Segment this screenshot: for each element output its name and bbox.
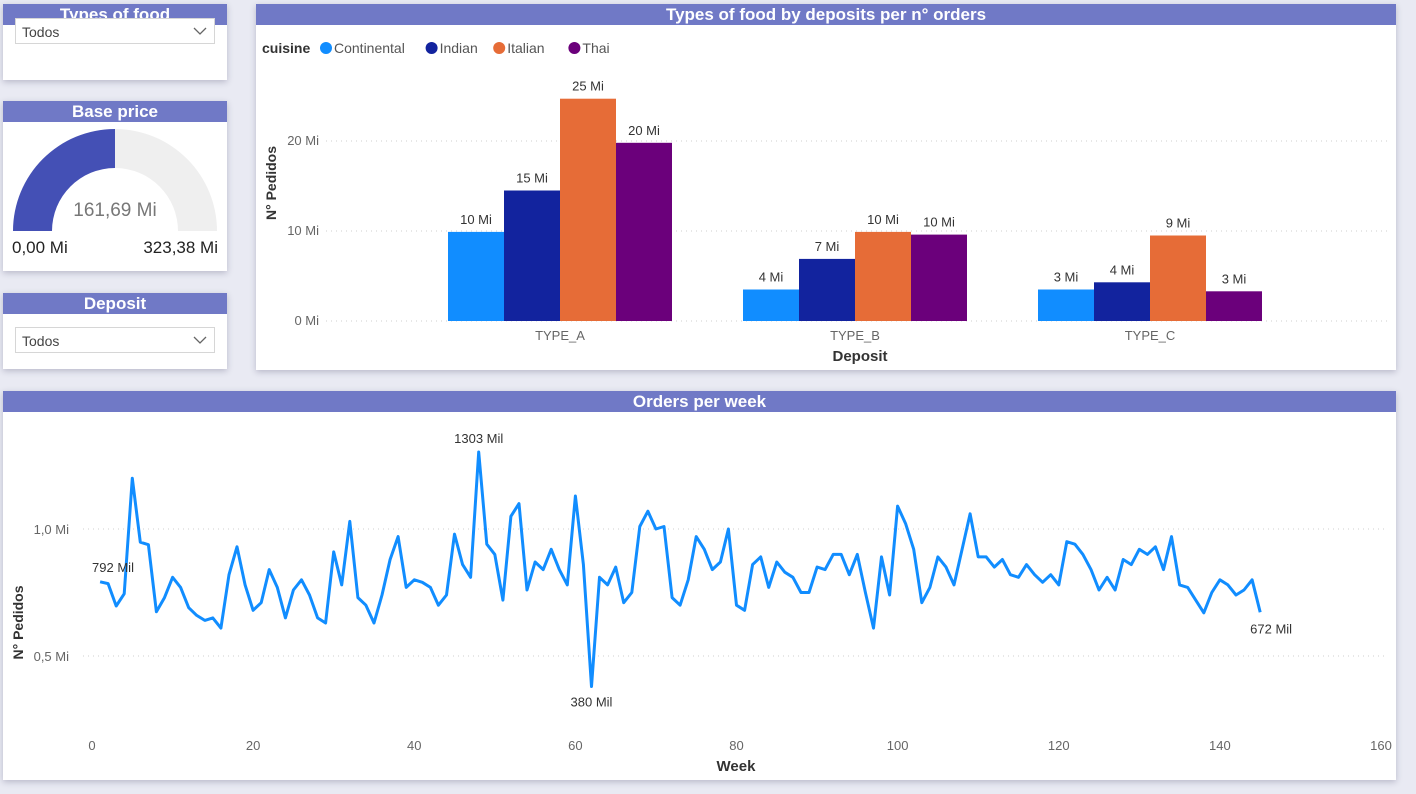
chevron-down-icon xyxy=(192,19,208,51)
x-tick-label: 20 xyxy=(246,738,260,753)
bar-chart-title: Types of food by deposits per n° orders xyxy=(256,4,1396,25)
deposit-dropdown[interactable]: Todos xyxy=(15,327,215,353)
food-type-dropdown-value: Todos xyxy=(22,24,60,40)
x-tick-label: 100 xyxy=(887,738,909,753)
line-data-label: 792 Mil xyxy=(92,560,134,575)
bar-data-label: 3 Mi xyxy=(1222,271,1247,286)
line-chart-title: Orders per week xyxy=(3,391,1396,412)
y-tick-label: 0 Mi xyxy=(294,313,319,328)
bar-data-label: 15 Mi xyxy=(516,171,548,186)
bar-chart-card: Types of food by deposits per n° orders … xyxy=(256,4,1396,370)
legend-marker-indian xyxy=(425,42,438,54)
legend-marker-italian xyxy=(493,42,506,54)
gauge-value-label: 161,69 Mi xyxy=(73,200,157,221)
bar-data-label: 25 Mi xyxy=(572,79,604,94)
y-axis-label: N° Pedidos xyxy=(10,585,26,659)
y-tick-label: 10 Mi xyxy=(287,223,319,238)
y-tick-label: 1,0 Mi xyxy=(34,522,70,537)
line-chart: 0,5 Mi 1,0 Mi 0 20 40 60 80 100 120 140 160 N° Pedi… xyxy=(10,431,1392,775)
x-tick-label: TYPE_B xyxy=(830,328,880,343)
food-type-slicer-card: Types of food Todos xyxy=(3,4,227,80)
x-tick-label: 140 xyxy=(1209,738,1231,753)
deposit-slicer-title: Deposit xyxy=(3,293,227,314)
line-data-label: 380 Mil xyxy=(571,694,613,709)
bar-indian-type_b xyxy=(799,258,855,321)
chevron-down-icon xyxy=(192,328,208,360)
gauge-min-label: 0,00 Mi xyxy=(12,238,68,257)
bar-data-label: 7 Mi xyxy=(815,239,840,254)
legend-label-thai: Thai xyxy=(582,40,609,56)
bar-thai-type_a xyxy=(616,142,672,321)
legend-label-indian: Indian xyxy=(440,40,478,56)
x-tick-label: TYPE_A xyxy=(535,328,585,343)
x-tick-label: 40 xyxy=(407,738,421,753)
bar-continental-type_b xyxy=(743,289,799,321)
x-tick-label: 80 xyxy=(729,738,743,753)
x-tick-label: 60 xyxy=(568,738,582,753)
legend-label-italian: Italian xyxy=(507,40,544,56)
bar-italian-type_a xyxy=(560,98,616,321)
deposit-dropdown-value: Todos xyxy=(22,333,60,349)
bar-data-label: 3 Mi xyxy=(1054,270,1079,285)
bar-data-label: 20 Mi xyxy=(628,123,660,138)
x-tick-label: TYPE_C xyxy=(1125,328,1176,343)
bar-data-label: 4 Mi xyxy=(759,270,784,285)
x-axis-label: Week xyxy=(717,758,757,775)
bar-thai-type_c xyxy=(1206,291,1262,321)
bar-chart: cuisine Continental Indian Italian Thai 0 Mi 1… xyxy=(262,40,1391,365)
bar-thai-type_b xyxy=(911,234,967,321)
bar-data-label: 10 Mi xyxy=(867,212,899,227)
x-tick-label: 160 xyxy=(1370,738,1392,753)
y-tick-label: 0,5 Mi xyxy=(34,649,70,664)
legend-label-continental: Continental xyxy=(334,40,405,56)
bar-continental-type_a xyxy=(448,231,504,321)
line-data-label: 672 Mil xyxy=(1250,621,1292,636)
x-tick-label: 120 xyxy=(1048,738,1070,753)
legend-title: cuisine xyxy=(262,40,310,56)
bar-indian-type_c xyxy=(1094,282,1150,321)
orders-line-series xyxy=(99,450,1262,688)
gauge-title: Base price xyxy=(3,101,227,122)
y-axis-label: N° Pedidos xyxy=(263,146,279,220)
legend-marker-continental xyxy=(320,42,332,54)
x-tick-label: 0 xyxy=(88,738,95,753)
bar-italian-type_c xyxy=(1150,235,1206,321)
bar-data-label: 9 Mi xyxy=(1166,216,1191,231)
deposit-slicer-card: Deposit Todos xyxy=(3,293,227,369)
bar-data-label: 10 Mi xyxy=(460,212,492,227)
bar-data-label: 4 Mi xyxy=(1110,262,1135,277)
y-tick-label: 20 Mi xyxy=(287,133,319,148)
bar-indian-type_a xyxy=(504,190,560,321)
line-data-label: 1303 Mil xyxy=(454,431,503,446)
bar-data-label: 10 Mi xyxy=(923,215,955,230)
bar-italian-type_b xyxy=(855,231,911,321)
gauge-max-label: 323,38 Mi xyxy=(143,238,218,257)
legend-marker-thai xyxy=(568,42,581,54)
base-price-gauge-card: Base price 161,69 Mi 0,00 Mi 323,38 Mi xyxy=(3,101,227,271)
food-type-dropdown[interactable]: Todos xyxy=(15,18,215,44)
x-axis-label: Deposit xyxy=(832,348,887,365)
bar-continental-type_c xyxy=(1038,289,1094,321)
line-chart-card: Orders per week 0,5 Mi 1,0 Mi 0 20 40 60 80 100… xyxy=(3,391,1396,780)
